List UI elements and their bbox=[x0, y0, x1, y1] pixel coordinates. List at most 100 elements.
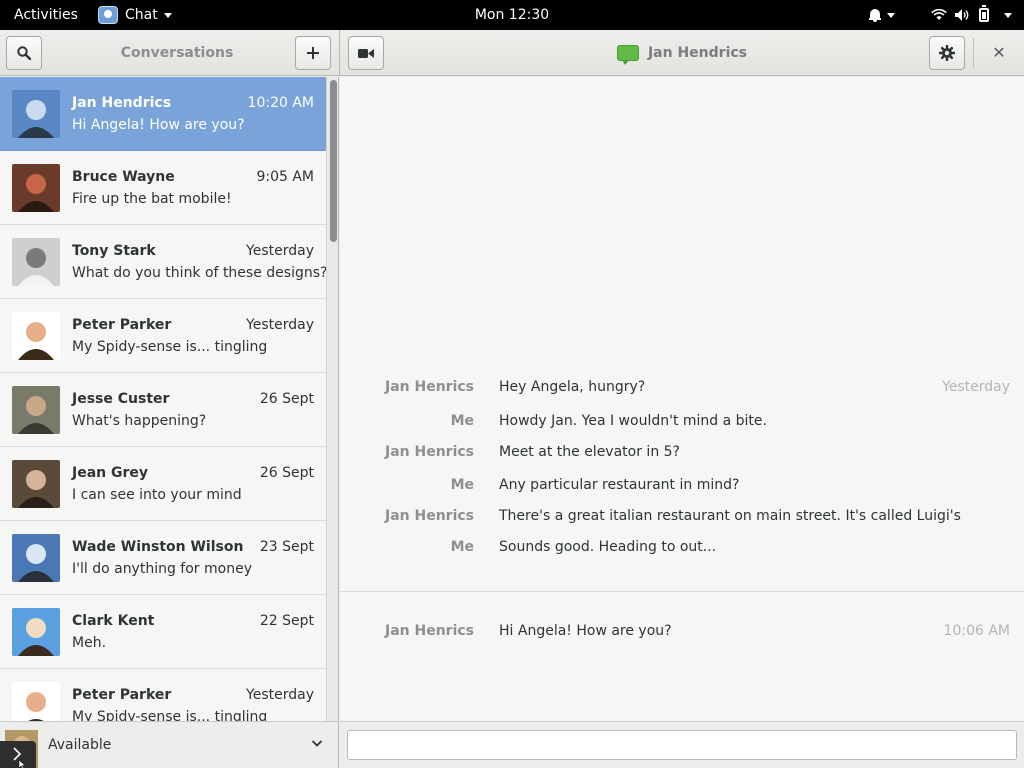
conversation-row[interactable]: Wade Winston Wilson 23 Sept I'll do anythi… bbox=[0, 521, 326, 595]
message-input[interactable] bbox=[347, 730, 1017, 760]
conversation-time: Yesterday bbox=[246, 687, 314, 703]
composer-bar bbox=[340, 721, 1024, 768]
conversation-row[interactable]: Peter Parker Yesterday My Spidy-sense is..… bbox=[0, 669, 326, 721]
conversation-time: 23 Sept bbox=[259, 539, 314, 555]
conversation-preview: What's happening? bbox=[72, 413, 207, 429]
conversation-row[interactable]: Peter Parker Yesterday My Spidy-sense is..… bbox=[0, 299, 326, 373]
conversation-row[interactable]: Clark Kent 22 Sept Meh. bbox=[0, 595, 326, 669]
conversation-preview: I'll do anything for money bbox=[72, 561, 252, 577]
plus-icon bbox=[307, 47, 319, 59]
chat-app-icon bbox=[98, 6, 118, 24]
conversation-row[interactable]: Jesse Custer 26 Sept What's happening? bbox=[0, 373, 326, 447]
contact-name: Bruce Wayne bbox=[72, 169, 175, 185]
chevron-down-icon[interactable] bbox=[312, 738, 322, 748]
close-icon: ✕ bbox=[992, 43, 1006, 62]
message-sender: Me bbox=[450, 539, 474, 555]
contact-avatar bbox=[12, 460, 60, 508]
contact-avatar bbox=[12, 164, 60, 212]
contact-name: Jean Grey bbox=[72, 465, 149, 481]
contact-avatar bbox=[12, 682, 60, 721]
conversation-row[interactable]: Bruce Wayne 9:05 AM Fire up the bat mobile… bbox=[0, 151, 326, 225]
message-timestamp: 10:06 AM bbox=[943, 623, 1010, 639]
message-sender: Jan Henrics bbox=[384, 379, 474, 395]
volume-icon[interactable] bbox=[955, 9, 971, 21]
chevron-down-icon bbox=[163, 12, 172, 18]
wifi-icon[interactable] bbox=[931, 9, 947, 21]
contact-avatar bbox=[12, 386, 60, 434]
gear-icon bbox=[939, 45, 955, 61]
header-separator bbox=[973, 38, 974, 68]
contact-avatar bbox=[12, 238, 60, 286]
conversation-time: 26 Sept bbox=[259, 465, 314, 481]
message-row: Jan Henrics Meet at the elevator in 5? bbox=[340, 444, 1024, 464]
message-text: Any particular restaurant in mind? bbox=[499, 477, 740, 493]
chat-contact-name: Jan Hendrics bbox=[647, 45, 748, 61]
conversation-preview: Hi Angela! How are you? bbox=[72, 117, 245, 133]
conversation-time: 10:20 AM bbox=[247, 95, 314, 111]
header-bar: Conversations Jan Hendrics ✕ bbox=[0, 30, 1024, 76]
sidebar-scrollbar[interactable] bbox=[326, 77, 338, 721]
search-button[interactable] bbox=[6, 36, 42, 70]
message-text: Sounds good. Heading to out... bbox=[499, 539, 717, 555]
conversations-title: Conversations bbox=[120, 45, 234, 61]
contact-avatar bbox=[12, 90, 60, 138]
app-menu-label: Chat bbox=[125, 7, 158, 23]
conversation-row[interactable]: Jean Grey 26 Sept I can see into your mind bbox=[0, 447, 326, 521]
conversation-time: Yesterday bbox=[246, 317, 314, 333]
conversation-row[interactable]: Jan Hendrics 10:20 AM Hi Angela! How are y… bbox=[0, 77, 326, 151]
search-icon bbox=[17, 46, 31, 60]
presence-status[interactable]: Available bbox=[48, 737, 111, 753]
message-sender: Me bbox=[450, 477, 474, 493]
message-group-divider bbox=[340, 591, 1024, 592]
message-text: Howdy Jan. Yea I wouldn't mind a bite. bbox=[499, 413, 767, 429]
notifications-icon[interactable] bbox=[869, 8, 881, 22]
message-row: Jan Henrics Hi Angela! How are you? 10:06 … bbox=[340, 623, 1024, 643]
contact-name: Wade Winston Wilson bbox=[72, 539, 244, 555]
chat-window: Conversations Jan Hendrics ✕ Jan Hendric… bbox=[0, 30, 1024, 768]
contact-avatar bbox=[12, 534, 60, 582]
conversation-preview: I can see into your mind bbox=[72, 487, 242, 503]
conversation-row[interactable]: Tony Stark Yesterday What do you think of … bbox=[0, 225, 328, 299]
conversation-preview: Meh. bbox=[72, 635, 107, 651]
conversation-preview: My Spidy-sense is... tingling bbox=[72, 339, 268, 355]
clock[interactable]: Mon 12:30 bbox=[475, 7, 549, 23]
system-status-area[interactable] bbox=[869, 0, 1012, 30]
settings-button[interactable] bbox=[929, 36, 965, 70]
power-menu-icon[interactable] bbox=[1004, 12, 1012, 18]
message-text: Hey Angela, hungry? bbox=[499, 379, 646, 395]
contact-name: Peter Parker bbox=[72, 687, 172, 703]
message-text: There's a great italian restaurant on ma… bbox=[499, 508, 961, 524]
chevron-down-icon bbox=[887, 12, 895, 18]
conversation-preview: Fire up the bat mobile! bbox=[72, 191, 232, 207]
chat-title: Jan Hendrics bbox=[340, 30, 1024, 76]
message-row: Me Howdy Jan. Yea I wouldn't mind a bite. bbox=[340, 413, 1024, 433]
conversation-list: Jan Hendrics 10:20 AM Hi Angela! How are y… bbox=[0, 77, 328, 721]
conversation-preview: What do you think of these designs? bbox=[72, 265, 328, 281]
contact-name: Jan Hendrics bbox=[72, 95, 172, 111]
battery-icon[interactable] bbox=[979, 5, 989, 22]
contact-name: Jesse Custer bbox=[72, 391, 170, 407]
message-timestamp: Yesterday bbox=[942, 379, 1010, 395]
message-sender: Jan Henrics bbox=[384, 444, 474, 460]
message-sender: Jan Henrics bbox=[384, 623, 474, 639]
message-row: Me Sounds good. Heading to out... bbox=[340, 539, 1024, 559]
conversation-time: Yesterday bbox=[246, 243, 314, 259]
message-sender: Me bbox=[450, 413, 474, 429]
contact-name: Tony Stark bbox=[72, 243, 156, 259]
close-button[interactable]: ✕ bbox=[984, 30, 1014, 76]
message-row: Jan Henrics Hey Angela, hungry? Yesterday bbox=[340, 379, 1024, 399]
contact-avatar bbox=[12, 312, 60, 360]
message-row: Jan Henrics There's a great italian resta… bbox=[340, 508, 1024, 528]
new-conversation-button[interactable] bbox=[295, 36, 331, 70]
message-text: Hi Angela! How are you? bbox=[499, 623, 672, 639]
conversation-time: 26 Sept bbox=[259, 391, 314, 407]
scrollbar-thumb[interactable] bbox=[330, 80, 337, 242]
app-menu[interactable]: Chat bbox=[98, 0, 172, 30]
expand-sidebar-button[interactable] bbox=[0, 741, 36, 768]
message-row: Me Any particular restaurant in mind? bbox=[340, 477, 1024, 497]
activities-button[interactable]: Activities bbox=[14, 0, 78, 30]
top-bar: Activities Chat Mon 12:30 bbox=[0, 0, 1024, 30]
chat-bubble-icon bbox=[616, 45, 639, 65]
contact-name: Clark Kent bbox=[72, 613, 155, 629]
contact-name: Peter Parker bbox=[72, 317, 172, 333]
